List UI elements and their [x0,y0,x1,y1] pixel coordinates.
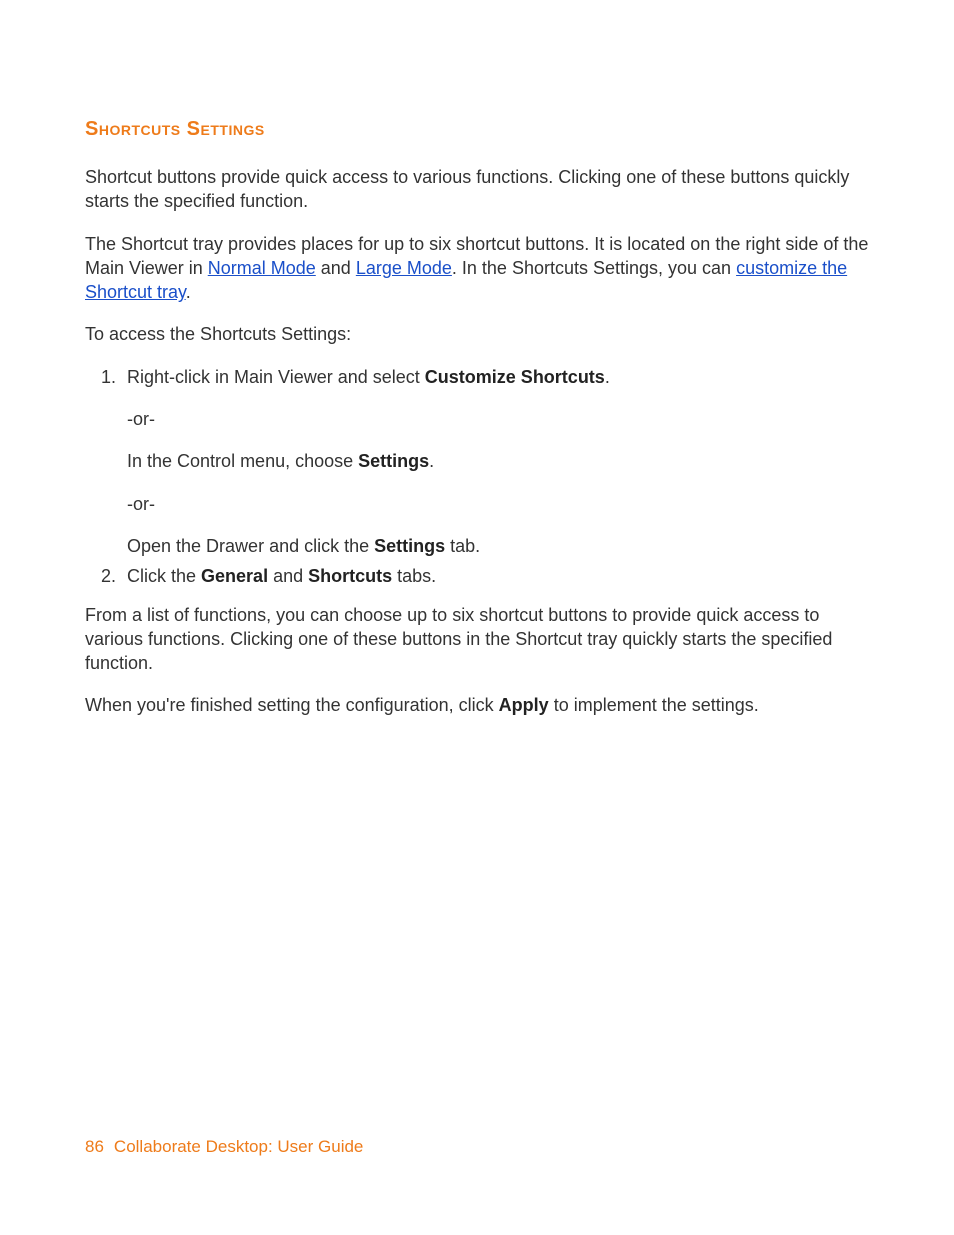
step-1-alt-2: Open the Drawer and click the Settings t… [127,534,869,558]
bold-settings: Settings [358,451,429,471]
text-fragment: tab. [445,536,480,556]
text-fragment: to implement the settings. [549,695,759,715]
page-content: Shortcuts Settings Shortcut buttons prov… [0,0,954,718]
text-fragment: and [316,258,356,278]
page-footer: 86 Collaborate Desktop: User Guide [85,1137,363,1157]
text-fragment: Click the [127,566,201,586]
text-fragment: In the Control menu, choose [127,451,358,471]
link-large-mode[interactable]: Large Mode [356,258,452,278]
bold-general: General [201,566,268,586]
paragraph-access: To access the Shortcuts Settings: [85,322,869,346]
bold-apply: Apply [499,695,549,715]
text-fragment: Right-click in Main Viewer and select [127,367,425,387]
text-fragment: . In the Shortcuts Settings, you can [452,258,736,278]
link-normal-mode[interactable]: Normal Mode [208,258,316,278]
ordered-steps: Right-click in Main Viewer and select Cu… [85,365,869,589]
text-fragment: . [605,367,610,387]
paragraph-post-1: From a list of functions, you can choose… [85,603,869,676]
section-heading: Shortcuts Settings [85,118,869,141]
paragraph-intro-1: Shortcut buttons provide quick access to… [85,165,869,214]
text-fragment: . [186,282,191,302]
bold-customize-shortcuts: Customize Shortcuts [425,367,605,387]
or-separator: -or- [127,407,869,431]
text-fragment: tabs. [392,566,436,586]
text-fragment: . [429,451,434,471]
bold-shortcuts: Shortcuts [308,566,392,586]
paragraph-intro-2: The Shortcut tray provides places for up… [85,232,869,305]
bold-settings-tab: Settings [374,536,445,556]
footer-title: Collaborate Desktop: User Guide [114,1137,363,1156]
text-fragment: and [268,566,308,586]
step-1-alt-1: In the Control menu, choose Settings. [127,449,869,473]
paragraph-post-2: When you're finished setting the configu… [85,693,869,717]
or-separator: -or- [127,492,869,516]
text-fragment: Open the Drawer and click the [127,536,374,556]
step-2: Click the General and Shortcuts tabs. [121,564,869,588]
text-fragment: When you're finished setting the configu… [85,695,499,715]
step-1: Right-click in Main Viewer and select Cu… [121,365,869,558]
page-number: 86 [85,1137,104,1156]
